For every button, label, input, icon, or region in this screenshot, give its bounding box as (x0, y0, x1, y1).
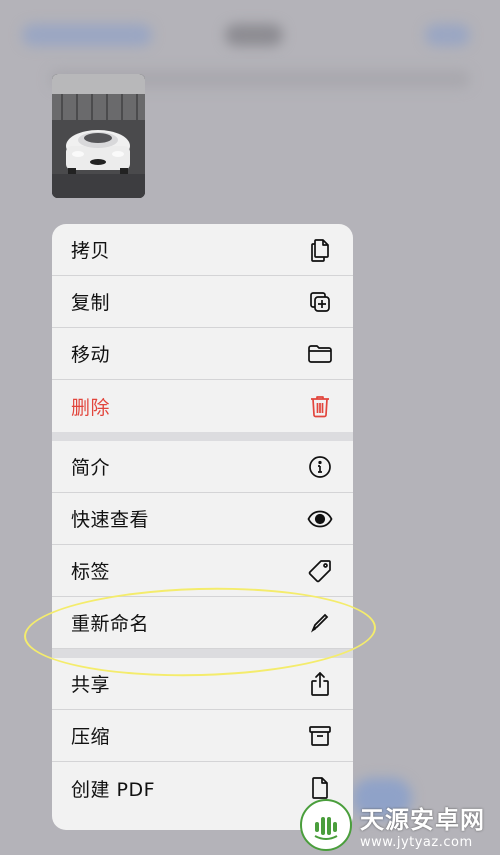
menu-item-label: 拷贝 (71, 240, 111, 262)
info-circle-icon (307, 454, 333, 480)
menu-item-rename[interactable]: 重新命名 (52, 597, 353, 649)
menu-item-label: 移动 (71, 344, 111, 366)
menu-item-label: 创建 PDF (71, 778, 156, 801)
menu-separator (52, 432, 353, 441)
menu-item-label: 压缩 (71, 726, 111, 748)
file-thumbnail[interactable] (52, 74, 145, 198)
eye-icon (307, 506, 333, 532)
menu-item-label: 重新命名 (71, 613, 150, 635)
watermark: 天源安卓网 www.jytyaz.com (300, 795, 500, 855)
blurred-action-button (425, 24, 470, 46)
archive-box-icon (307, 723, 333, 749)
menu-item-copy[interactable]: 拷贝 (52, 224, 353, 276)
menu-separator (52, 649, 353, 658)
menu-item-label: 删除 (71, 396, 111, 419)
menu-item-label: 复制 (71, 292, 111, 314)
trash-icon (307, 393, 333, 419)
watermark-title: 天源安卓网 (360, 806, 485, 834)
duplicate-plus-icon (307, 289, 333, 315)
share-icon (307, 671, 333, 697)
menu-item-tags[interactable]: 标签 (52, 545, 353, 597)
pencil-icon (307, 610, 333, 636)
menu-item-move[interactable]: 移动 (52, 328, 353, 380)
folder-icon (307, 341, 333, 367)
menu-item-label: 快速查看 (71, 509, 150, 531)
menu-item-quick-look[interactable]: 快速查看 (52, 493, 353, 545)
menu-item-delete[interactable]: 删除 (52, 380, 353, 432)
car-photo (52, 74, 145, 198)
watermark-url: www.jytyaz.com (360, 835, 473, 850)
tag-icon (307, 558, 333, 584)
menu-item-duplicate[interactable]: 复制 (52, 276, 353, 328)
menu-item-share[interactable]: 共享 (52, 658, 353, 710)
copy-documents-icon (307, 237, 333, 263)
menu-item-compress[interactable]: 压缩 (52, 710, 353, 762)
menu-item-label: 共享 (71, 674, 111, 696)
watermark-logo-icon (300, 799, 352, 851)
menu-item-get-info[interactable]: 简介 (52, 441, 353, 493)
context-menu: 拷贝 复制 移动 删除 简介 快速查看 标签 重新命名 共享 压缩 创建 PDF (52, 224, 353, 830)
menu-item-label: 简介 (71, 457, 111, 479)
blurred-back-button (22, 24, 152, 46)
blurred-title (225, 24, 283, 46)
menu-item-label: 标签 (71, 561, 111, 583)
